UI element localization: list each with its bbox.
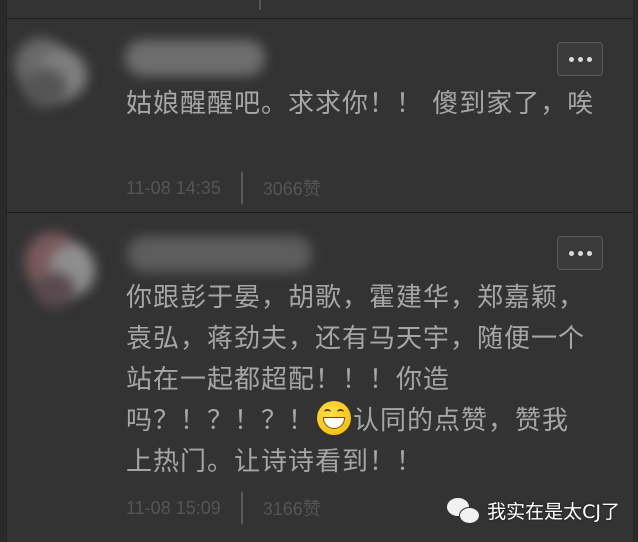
- watermark-text: 我实在是太CJ了: [487, 501, 620, 523]
- watermark: 我实在是太CJ了: [447, 497, 620, 524]
- comment-time: 11-08 15:09: [126, 497, 221, 518]
- comment-list: 姑娘醒醒吧。求求你！！ 傻到家了，唉 11-08 14:35 3066赞 你跟彭…: [6, 0, 634, 542]
- more-dot: [568, 250, 574, 256]
- meta-separator: [240, 172, 243, 204]
- avatar-blur: [35, 272, 75, 308]
- avatar-blur: [23, 68, 67, 108]
- more-dot: [586, 56, 592, 62]
- like-count[interactable]: 3166赞: [263, 495, 321, 521]
- more-options-button[interactable]: [557, 42, 603, 76]
- more-options-button[interactable]: [557, 236, 603, 270]
- wechat-icon: [447, 497, 481, 524]
- more-dot: [568, 56, 574, 62]
- comment-item: 姑娘醒醒吧。求求你！！ 傻到家了，唉 11-08 14:35 3066赞: [7, 20, 633, 213]
- avatar[interactable]: [15, 226, 101, 312]
- comment-time: 11-08 14:35: [126, 177, 221, 198]
- avatar[interactable]: [9, 30, 95, 116]
- comment-text: 姑娘醒醒吧。求求你！！ 傻到家了，唉: [126, 89, 595, 119]
- meta-separator: [259, 0, 261, 10]
- username-redacted[interactable]: [127, 236, 312, 272]
- comment-item: 你跟彭于晏，胡歌，霍建华，郑嘉颖，袁弘，蒋劲夫，还有马天宇，随便一个站在一起都超…: [7, 214, 633, 542]
- username-redacted[interactable]: [125, 40, 265, 76]
- previous-comment-footer: [7, 0, 633, 19]
- comment-meta: 11-08 14:35 3066赞: [126, 172, 321, 204]
- comment-meta: 11-08 15:09 3166赞: [126, 492, 321, 524]
- comment-text: 你跟彭于晏，胡歌，霍建华，郑嘉颖，袁弘，蒋劲夫，还有马天宇，随便一个站在一起都超…: [126, 278, 596, 483]
- meta-separator: [240, 492, 243, 524]
- like-count[interactable]: 3066赞: [263, 175, 321, 201]
- more-dot: [577, 250, 583, 256]
- more-dot: [586, 250, 592, 256]
- grin-emoji-icon: [317, 401, 352, 435]
- more-dot: [577, 56, 583, 62]
